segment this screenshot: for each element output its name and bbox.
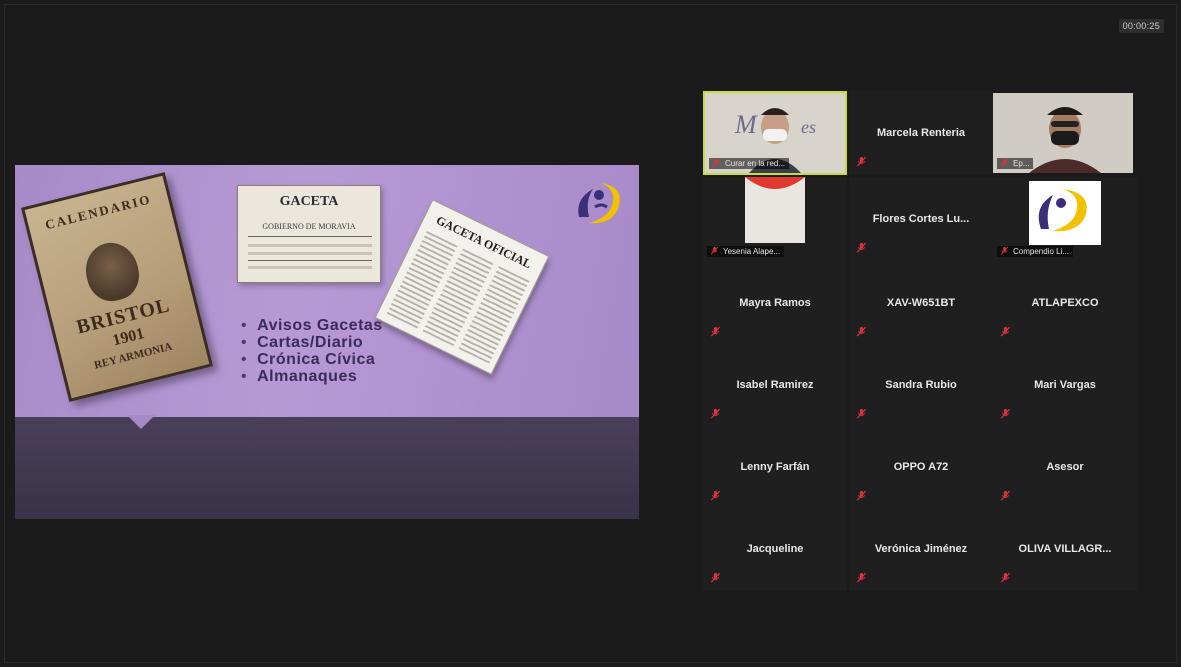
participant-name: Sandra Rubio <box>885 379 957 391</box>
gaceta-text-line <box>248 252 372 255</box>
slide-footer-band <box>15 417 639 519</box>
participant-name: Ep... <box>1013 159 1030 168</box>
participant-tile[interactable]: Ep... <box>993 93 1133 173</box>
participant-name: Lenny Farfán <box>740 461 810 473</box>
muted-mic-icon <box>857 409 866 419</box>
participant-tile[interactable]: OLIVA VILLAGR... <box>993 507 1137 591</box>
participant-name: Isabel Ramirez <box>736 379 814 391</box>
participant-name: Verónica Jiménez <box>874 543 968 555</box>
muted-mic-icon <box>857 327 866 337</box>
gaceta-rule <box>248 260 372 261</box>
participant-name: OLIVA VILLAGR... <box>1018 543 1112 555</box>
participant-name: Jacqueline <box>746 543 804 555</box>
muted-mic-icon <box>857 157 866 167</box>
participant-name-label: Ep... <box>997 158 1034 169</box>
shared-screen[interactable]: CALENDARIO BRISTOL 1901 REY ARMONIA GACE… <box>15 165 639 519</box>
muted-mic-icon <box>1001 491 1010 501</box>
meeting-window: 00:00:25 CALENDARIO BRISTOL 1901 REY ARM… <box>4 4 1177 663</box>
participant-tile[interactable]: M es Curar en la red... <box>703 91 847 175</box>
gaceta-header-image: GACETA GOBIERNO DE MORAVIA <box>237 185 381 283</box>
muted-mic-icon <box>857 573 866 583</box>
gaceta-text-line <box>248 266 372 269</box>
participant-tile[interactable]: Asesor <box>993 425 1137 509</box>
participant-name-label: Curar en la red... <box>709 158 790 169</box>
bullet-item: Almanaques <box>241 368 383 385</box>
gaceta-rule <box>248 236 372 237</box>
muted-mic-icon <box>713 159 720 167</box>
participant-name: Flores Cortes Lu... <box>872 213 970 225</box>
slide-bullet-list: Avisos Gacetas Cartas/Diario Crónica Cív… <box>241 317 383 385</box>
gaceta-text-line <box>248 244 372 247</box>
bullet-item: Crónica Cívica <box>241 351 383 368</box>
participant-name: ATLAPEXCO <box>1031 297 1099 309</box>
participant-tile[interactable]: Isabel Ramirez <box>703 343 847 427</box>
muted-mic-icon <box>1001 573 1010 583</box>
svg-text:M: M <box>734 110 758 139</box>
muted-mic-icon <box>711 491 720 501</box>
slide-notch-decoration <box>127 415 155 429</box>
participant-tile[interactable]: Sandra Rubio <box>849 343 993 427</box>
gaceta-subtitle: GOBIERNO DE MORAVIA <box>262 222 356 231</box>
participant-tile[interactable]: Compendio Li... <box>993 177 1137 261</box>
participant-name-label: Compendio Li... <box>997 246 1074 257</box>
muted-mic-icon <box>711 573 720 583</box>
gaceta-title: GACETA <box>279 194 339 209</box>
bullet-item: Cartas/Diario <box>241 334 383 351</box>
participant-tile[interactable]: ATLAPEXCO <box>993 261 1137 345</box>
participant-name: Asesor <box>1046 461 1084 473</box>
muted-mic-icon <box>711 247 718 255</box>
muted-mic-icon <box>1001 247 1008 255</box>
meeting-timer: 00:00:25 <box>1118 19 1164 33</box>
participant-tile[interactable]: Verónica Jiménez <box>849 507 993 591</box>
participant-tile[interactable]: OPPO A72 <box>849 425 993 509</box>
participant-tile[interactable]: Mari Vargas <box>993 343 1137 427</box>
participant-name-label: Yesenia Alape... <box>707 246 785 257</box>
participant-tile[interactable]: Mayra Ramos <box>703 261 847 345</box>
participant-name: Yesenia Alape... <box>723 247 781 256</box>
muted-mic-icon <box>1001 409 1010 419</box>
participant-tile[interactable]: XAV-W651BT <box>849 261 993 345</box>
participant-name: Curar en la red... <box>725 159 786 168</box>
participant-name: Compendio Li... <box>1013 247 1070 256</box>
participant-name: Marcela Renteria <box>876 127 966 139</box>
muted-mic-icon <box>857 243 866 253</box>
participant-tile[interactable]: Lenny Farfán <box>703 425 847 509</box>
bullet-item: Avisos Gacetas <box>241 317 383 334</box>
svg-text:es: es <box>801 117 816 137</box>
poster-portrait <box>79 237 145 307</box>
muted-mic-icon <box>857 491 866 501</box>
muted-mic-icon <box>1001 327 1010 337</box>
participant-tile[interactable]: Flores Cortes Lu... <box>849 177 993 261</box>
participant-name: Mari Vargas <box>1034 379 1096 391</box>
participant-name: Mayra Ramos <box>739 297 811 309</box>
slide-logo-icon <box>578 183 620 224</box>
participant-tile[interactable]: Jacqueline <box>703 507 847 591</box>
muted-mic-icon <box>1001 159 1008 167</box>
participant-tile[interactable]: Marcela Renteria <box>849 91 993 175</box>
muted-mic-icon <box>711 327 720 337</box>
participant-tile[interactable]: Yesenia Alape... <box>703 177 847 261</box>
muted-mic-icon <box>711 409 720 419</box>
participant-name: OPPO A72 <box>893 461 949 473</box>
participant-name: XAV-W651BT <box>886 297 956 309</box>
